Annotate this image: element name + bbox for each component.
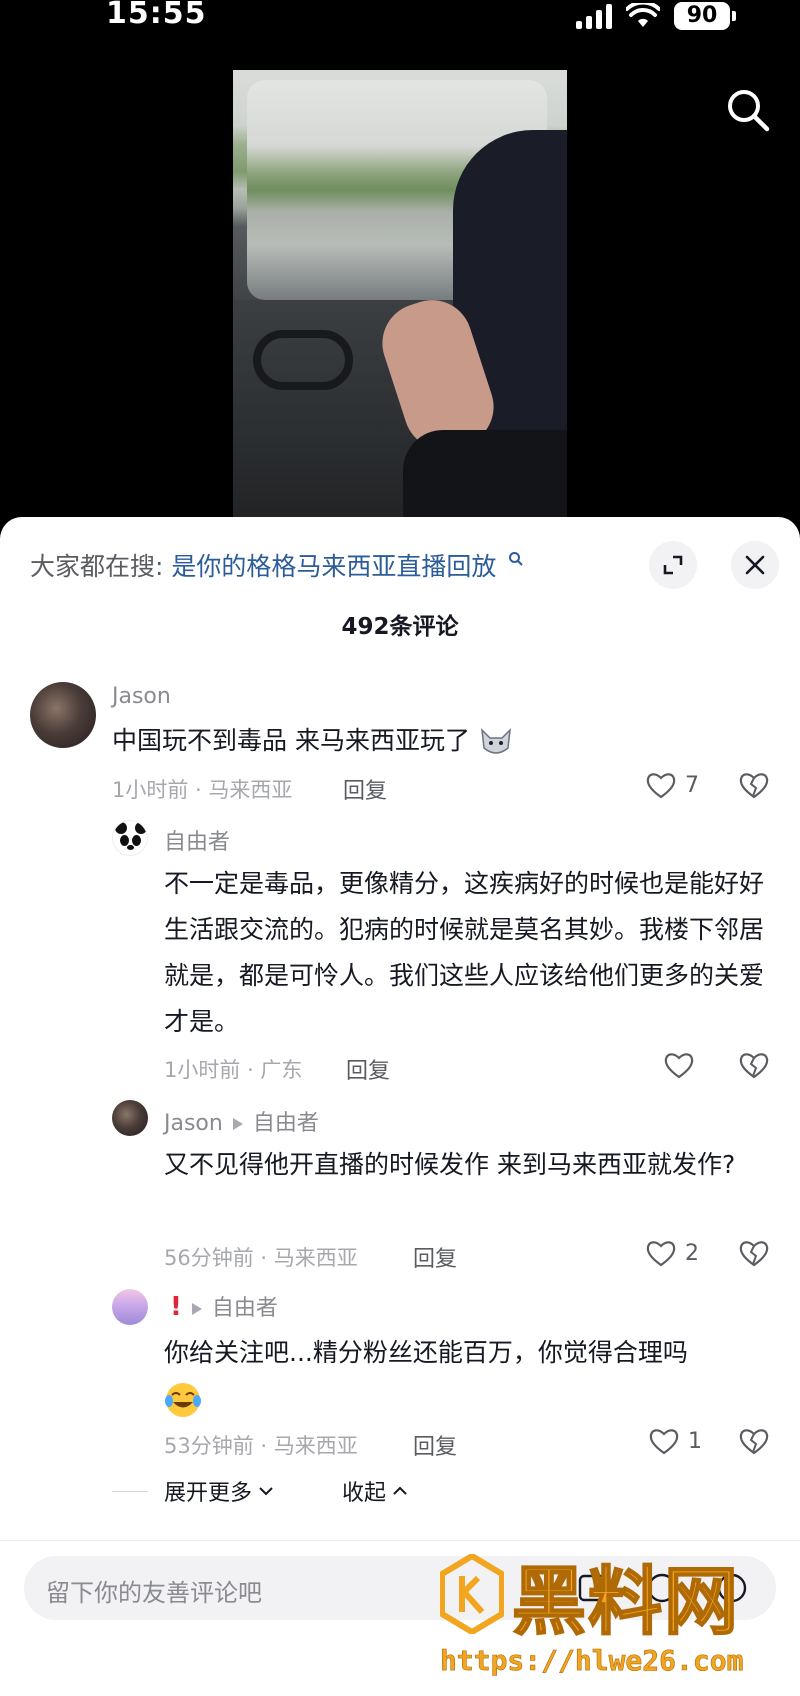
wifi-icon <box>626 3 660 27</box>
broken-heart-icon[interactable] <box>738 1238 770 1268</box>
watermark-name: 黑料网 <box>511 1558 740 1646</box>
watermark-logo-icon <box>440 1554 504 1634</box>
comment-meta: 1小时前 · 广东 <box>164 1058 303 1082</box>
comment-text: 你给关注吧...精分粉丝还能百万，你觉得合理吗 <box>164 1330 764 1422</box>
video-frame-handle <box>253 330 353 390</box>
broken-heart-icon[interactable] <box>738 1426 770 1456</box>
reply-to-username[interactable]: 自由者 <box>212 1296 278 1321</box>
comment-meta: 53分钟前 · 马来西亚 <box>164 1434 358 1458</box>
like-count: 2 <box>685 1240 699 1266</box>
comment-meta: 1小时前 · 马来西亚 <box>112 778 293 802</box>
avatar[interactable] <box>112 1289 148 1325</box>
collapse-button[interactable]: 收起 <box>342 1475 408 1507</box>
broken-heart-icon[interactable] <box>738 770 770 800</box>
heart-icon <box>649 1429 679 1455</box>
like-button[interactable]: 2 <box>645 1238 699 1268</box>
status-icons: 90 <box>576 2 736 30</box>
divider <box>0 1540 800 1541</box>
reply-arrow-icon <box>232 1118 243 1130</box>
comment-username[interactable]: Jason 自由者 <box>164 1105 319 1137</box>
comment-username[interactable]: ! 自由者 <box>170 1290 278 1322</box>
broken-heart-icon[interactable] <box>738 1050 770 1080</box>
video-frame-jacket <box>403 430 567 530</box>
reply-button[interactable]: 回复 <box>413 1241 457 1273</box>
watermark: 黑料网 https://hlwe26.com <box>440 1548 780 1688</box>
comment-count: 492条评论 <box>341 614 459 640</box>
close-button[interactable] <box>731 541 779 589</box>
video-player[interactable] <box>233 70 567 530</box>
battery-indicator: 90 <box>674 2 736 30</box>
chevron-up-icon <box>393 1486 407 1495</box>
reply-button[interactable]: 回复 <box>346 1053 390 1085</box>
heart-icon <box>646 1241 676 1267</box>
avatar[interactable] <box>112 820 148 856</box>
avatar[interactable] <box>30 682 96 748</box>
like-button[interactable] <box>663 1050 703 1080</box>
divider <box>112 1491 148 1492</box>
chevron-down-icon <box>259 1487 273 1496</box>
comment-username[interactable]: Jason <box>112 684 171 709</box>
cellular-signal-icon <box>576 3 612 29</box>
like-button[interactable]: 1 <box>648 1426 702 1456</box>
heart-icon <box>664 1053 694 1079</box>
status-time: 15:55 <box>106 0 207 31</box>
close-icon <box>745 555 765 575</box>
expand-more-button[interactable]: 展开更多 <box>164 1475 274 1507</box>
reply-arrow-icon <box>191 1303 202 1315</box>
expand-button[interactable] <box>649 541 697 589</box>
heart-icon <box>646 773 676 799</box>
expand-icon <box>663 555 683 575</box>
hot-search-bar[interactable]: 大家都在搜: 是你的格格马来西亚直播回放 <box>30 547 524 583</box>
comment-input-placeholder: 留下你的友善评论吧 <box>46 1579 262 1607</box>
like-count: 1 <box>688 1428 702 1454</box>
comment-text: 不一定是毒品，更像精分，这疾病好的时候也是能好好生活跟交流的。犯病的时候就是莫名… <box>164 869 765 1036</box>
comment-text: 又不见得他开直播的时候发作 来到马来西亚就发作? <box>164 1150 736 1179</box>
hot-search-prefix: 大家都在搜: <box>30 552 164 581</box>
comment-text: 中国玩不到毒品 来马来西亚玩了 <box>112 718 712 764</box>
reply-button[interactable]: 回复 <box>413 1429 457 1461</box>
search-icon[interactable] <box>724 86 772 134</box>
like-button[interactable]: 7 <box>645 770 699 800</box>
status-bar: 15:55 90 <box>0 0 800 40</box>
crying-laughing-emoji-icon <box>165 1383 201 1417</box>
wolf-emoji-icon <box>480 727 511 754</box>
comment-meta: 56分钟前 · 马来西亚 <box>164 1246 358 1270</box>
search-icon <box>509 552 524 566</box>
reply-button[interactable]: 回复 <box>343 773 387 805</box>
watermark-url: https://hlwe26.com <box>440 1644 744 1678</box>
like-count: 7 <box>685 772 699 798</box>
comment-username[interactable]: 自由者 <box>164 824 230 856</box>
avatar[interactable] <box>112 1100 148 1136</box>
reply-to-username[interactable]: 自由者 <box>253 1111 319 1136</box>
hot-search-query[interactable]: 是你的格格马来西亚直播回放 <box>171 552 496 581</box>
